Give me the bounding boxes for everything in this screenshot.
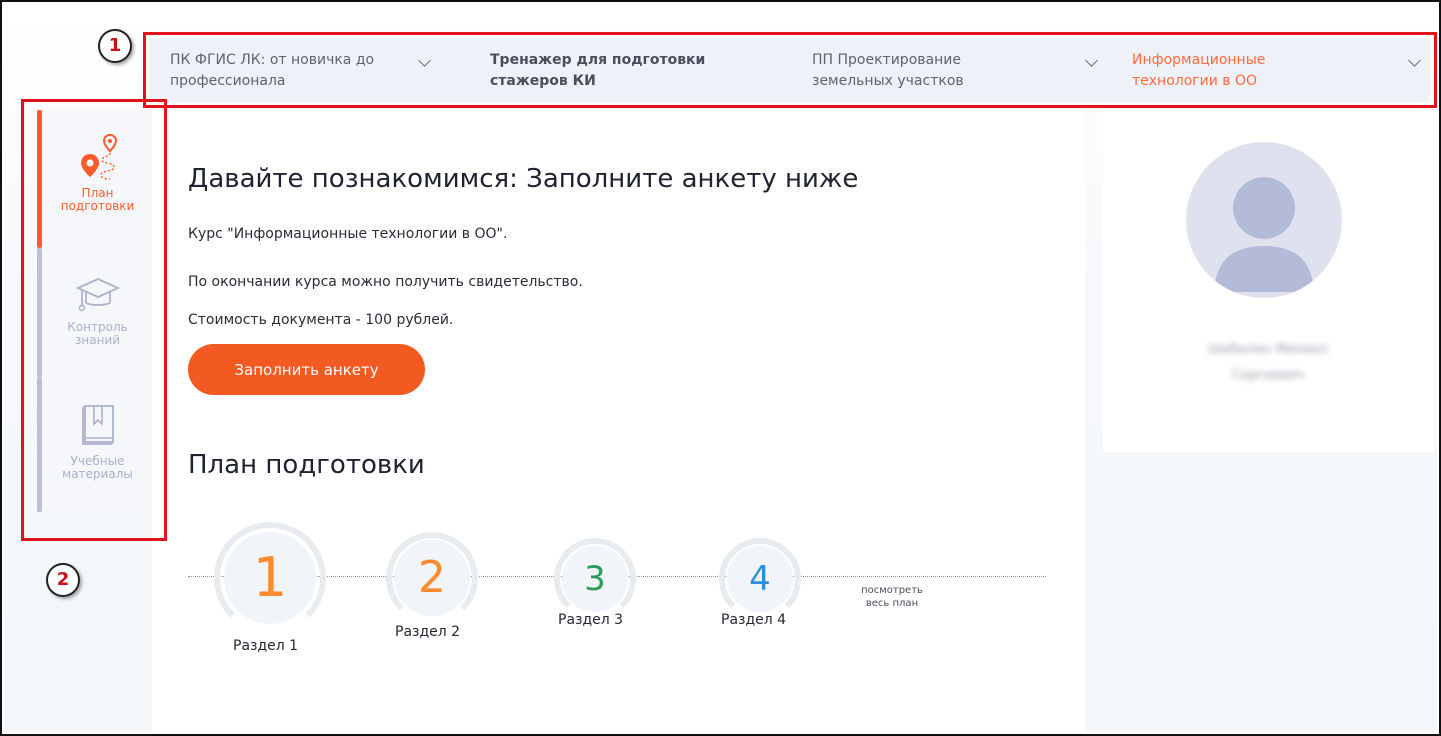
view-full-plan-link[interactable]: посмотреть весь план <box>847 584 937 610</box>
annotation-box-1 <box>143 32 1437 108</box>
plan-step-4[interactable]: 4 <box>727 546 793 612</box>
user-silhouette-icon <box>1214 177 1314 292</box>
view-plan-line2: весь план <box>865 598 919 609</box>
fill-form-button[interactable]: Заполнить анкету <box>188 344 425 395</box>
step-label: Раздел 4 <box>721 612 787 628</box>
profile-name-line2: Сергеевич <box>1232 368 1304 383</box>
main-content: Давайте познакомимся: Заполните анкету н… <box>152 104 1085 734</box>
cost-text: Стоимость документа - 100 рублей. <box>188 312 454 328</box>
step-number: 1 <box>252 546 288 609</box>
step-number: 4 <box>749 559 771 599</box>
view-plan-line1: посмотреть <box>861 585 923 596</box>
step-label: Раздел 1 <box>233 638 299 654</box>
step-number: 3 <box>584 559 606 599</box>
annotation-box-2 <box>21 99 167 541</box>
plan-step-3[interactable]: 3 <box>562 546 628 612</box>
avatar[interactable] <box>1186 142 1342 298</box>
plan-step-2[interactable]: 2 <box>394 540 470 616</box>
profile-name-line1: Шабалин Михаил <box>1208 342 1328 357</box>
profile-card: Шабалин Михаил Сергеевич <box>1103 104 1434 452</box>
plan-step-1[interactable]: 1 <box>224 532 316 624</box>
course-text: Курс "Информационные технологии в ОО". <box>188 226 508 242</box>
certificate-text: По окончании курса можно получить свидет… <box>188 274 583 290</box>
annotation-badge-1: 1 <box>98 29 132 63</box>
step-label: Раздел 3 <box>558 612 624 628</box>
annotation-badge-2: 2 <box>46 563 80 597</box>
page-title: Давайте познакомимся: Заполните анкету н… <box>188 164 859 194</box>
plan-heading: План подготовки <box>188 450 425 480</box>
step-number: 2 <box>418 552 446 603</box>
screenshot-frame: ПК ФГИС ЛК: от новичка до профессионала … <box>0 0 1441 736</box>
step-label: Раздел 2 <box>395 624 461 640</box>
